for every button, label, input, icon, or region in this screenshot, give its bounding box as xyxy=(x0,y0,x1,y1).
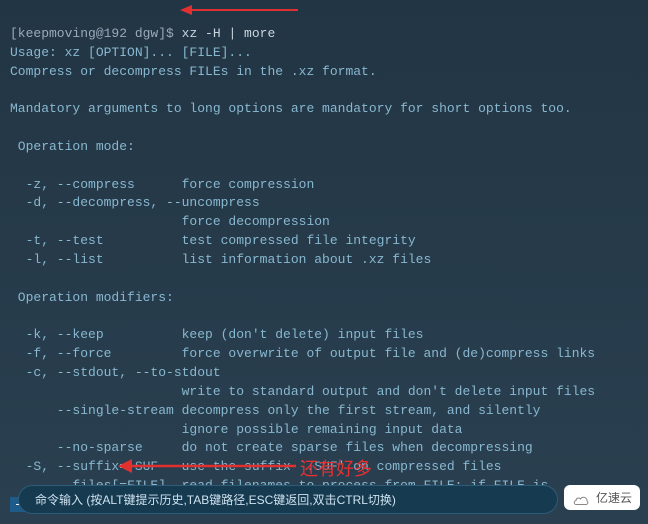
out-line: --no-sparse do not create sparse files w… xyxy=(10,440,533,455)
out-line: Usage: xz [OPTION]... [FILE]... xyxy=(10,45,252,60)
out-line: Operation modifiers: xyxy=(10,290,174,305)
out-line: -f, --force force overwrite of output fi… xyxy=(10,346,595,361)
out-line: write to standard output and don't delet… xyxy=(10,384,595,399)
out-line: -c, --stdout, --to-stdout xyxy=(10,365,221,380)
shell-prompt: [keepmoving@192 dgw]$ xyxy=(10,26,182,41)
command-input[interactable]: 命令输入 (按ALT键提示历史,TAB键路径,ESC键返回,双击CTRL切换) xyxy=(18,485,558,514)
out-line: -k, --keep keep (don't delete) input fil… xyxy=(10,327,423,342)
out-line: -d, --decompress, --uncompress xyxy=(10,195,260,210)
out-line: -z, --compress force compression xyxy=(10,177,314,192)
out-line: ignore possible remaining input data xyxy=(10,422,462,437)
out-line: force decompression xyxy=(10,214,330,229)
terminal-output: [keepmoving@192 dgw]$ xz -H | more Usage… xyxy=(0,0,648,521)
out-line: Mandatory arguments to long options are … xyxy=(10,101,572,116)
cloud-icon xyxy=(572,491,592,505)
out-line: -S, --suffix=.SUF use the suffix `.SUF' … xyxy=(10,459,501,474)
command: xz -H | more xyxy=(182,26,276,41)
out-line: --single-stream decompress only the firs… xyxy=(10,403,541,418)
watermark-logo: 亿速云 xyxy=(564,485,640,510)
out-line: -l, --list list information about .xz fi… xyxy=(10,252,431,267)
out-line: -t, --test test compressed file integrit… xyxy=(10,233,416,248)
out-line: Compress or decompress FILEs in the .xz … xyxy=(10,64,377,79)
input-placeholder: 命令输入 (按ALT键提示历史,TAB键路径,ESC键返回,双击CTRL切换) xyxy=(35,493,396,507)
out-line: Operation mode: xyxy=(10,139,135,154)
logo-text: 亿速云 xyxy=(596,489,632,506)
